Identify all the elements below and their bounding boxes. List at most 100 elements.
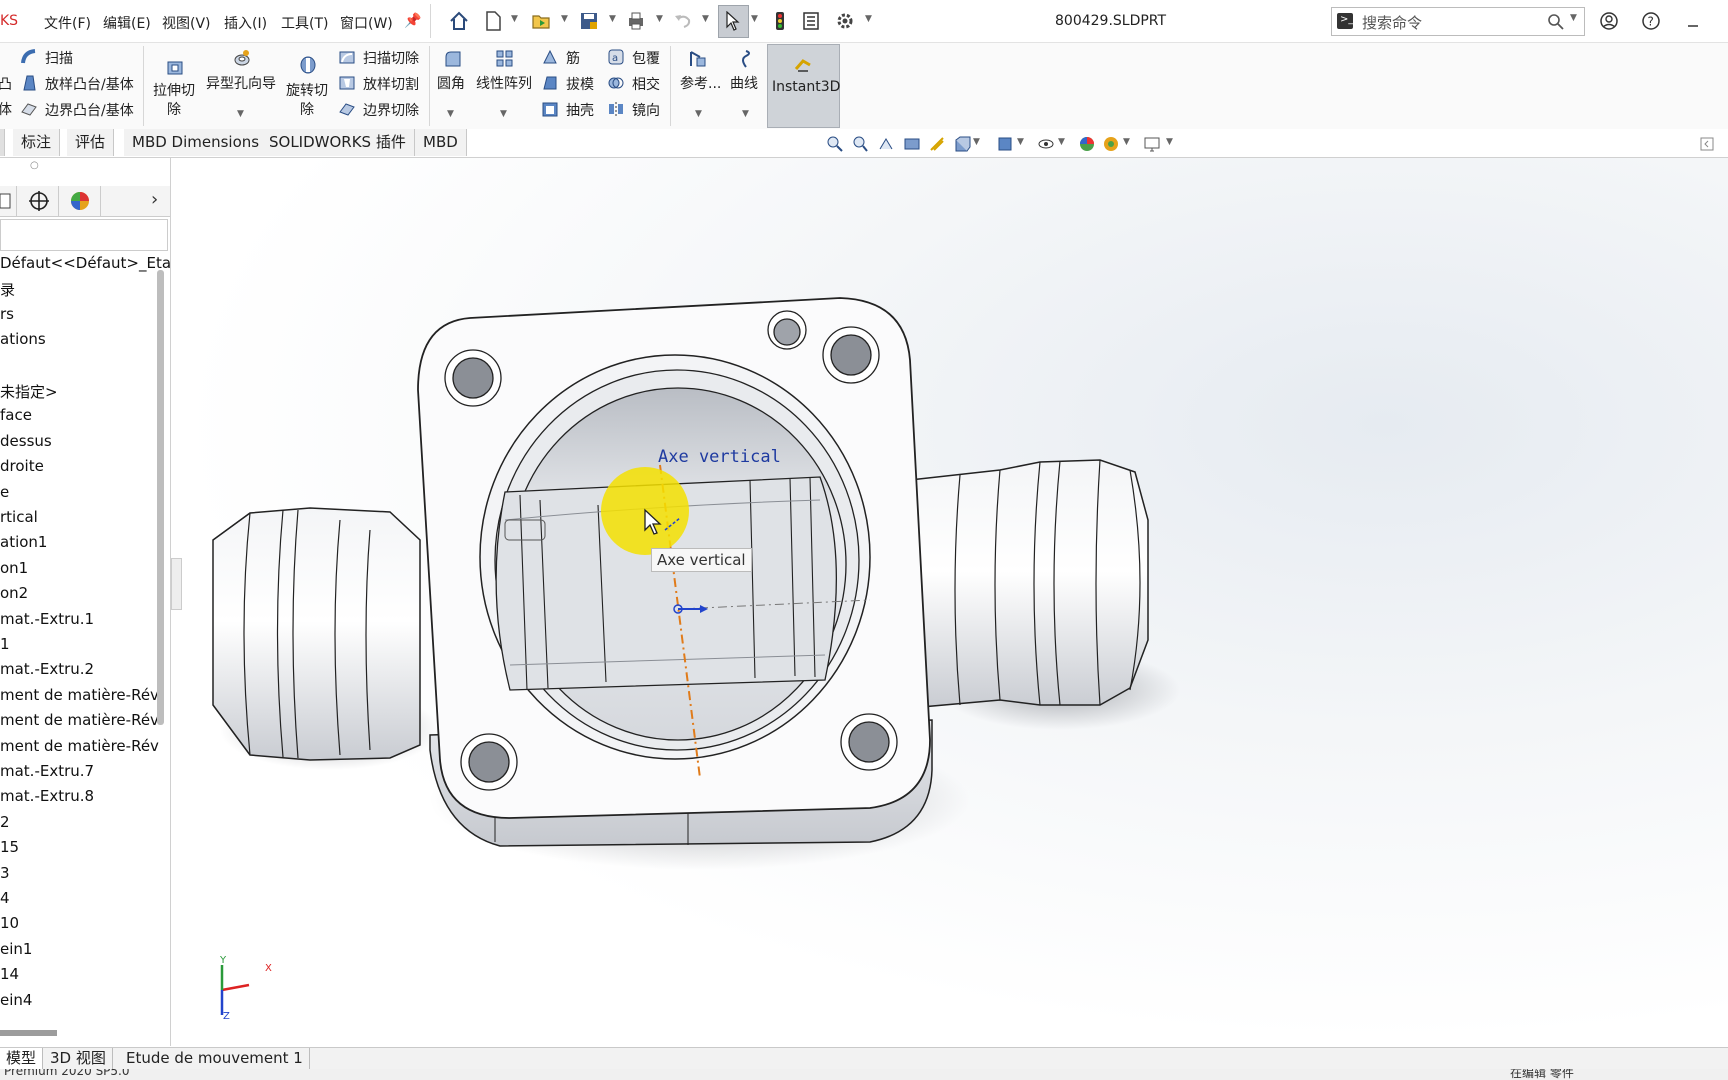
tree-item[interactable]: 2 (0, 813, 10, 831)
print-icon[interactable] (625, 10, 647, 32)
file-properties-icon[interactable] (800, 10, 822, 32)
view-orientation-icon[interactable] (953, 135, 971, 153)
undo-icon[interactable] (672, 10, 694, 32)
boundary-cut-button[interactable]: 边界切除 (363, 100, 419, 120)
tree-vertical-scrollbar[interactable] (157, 270, 164, 725)
hole-wizard-dropdown-icon[interactable]: ▼ (237, 109, 244, 119)
tree-item[interactable]: e (0, 483, 9, 501)
panel-collapse-handle[interactable] (171, 558, 182, 610)
tree-item[interactable]: 1 (0, 635, 10, 653)
rib-button[interactable]: 筋 (566, 48, 580, 68)
revolve-cut-button[interactable]: 旋转切 (286, 80, 328, 100)
tree-item[interactable]: rtical (0, 508, 38, 526)
options-gear-icon[interactable] (834, 10, 856, 32)
tab-motion-study[interactable]: Etude de mouvement 1 (120, 1048, 310, 1069)
panel-expand-arrow-icon[interactable]: › (151, 189, 158, 210)
tree-item[interactable]: ment de matière-Rév (0, 686, 159, 704)
save-icon[interactable] (578, 10, 600, 32)
view-settings-icon[interactable] (1143, 135, 1161, 153)
curves-dropdown-icon[interactable]: ▼ (742, 109, 749, 119)
save-dropdown-icon[interactable]: ▼ (609, 14, 616, 24)
display-style-dropdown-icon[interactable]: ▼ (1017, 137, 1024, 147)
tree-item[interactable]: rs (0, 305, 14, 323)
tree-item[interactable]: ein4 (0, 991, 32, 1009)
apply-scene-icon[interactable] (1102, 135, 1120, 153)
mirror-button[interactable]: 镜向 (632, 100, 660, 120)
part-model[interactable] (171, 158, 1728, 1046)
previous-view-icon[interactable] (877, 135, 895, 153)
open-icon[interactable] (530, 10, 552, 32)
tree-item[interactable]: droite (0, 457, 44, 475)
draft-button[interactable]: 拔模 (566, 74, 594, 94)
extrude-cut-button[interactable]: 拉伸切 (153, 80, 195, 100)
menu-tools[interactable]: 工具(T) (281, 13, 328, 33)
scene-dropdown-icon[interactable]: ▼ (1123, 137, 1130, 147)
tree-item[interactable]: mat.-Extru.1 (0, 610, 94, 628)
lofted-cut-button[interactable]: 放样切割 (363, 74, 419, 94)
panel-grip-dot[interactable]: ○ (30, 160, 39, 171)
pin-icon[interactable]: 📌 (404, 13, 421, 29)
search-dropdown-icon[interactable]: ▼ (1570, 13, 1577, 23)
tree-item[interactable]: 未指定> (0, 381, 58, 402)
help-icon[interactable]: ? (1640, 10, 1662, 32)
tab-partial[interactable] (0, 129, 5, 156)
linear-pattern-button[interactable]: 线性阵列 (476, 73, 532, 93)
loft-boss-button[interactable]: 放样凸台/基体 (45, 74, 134, 94)
minimize-icon[interactable] (1682, 10, 1704, 32)
undo-dropdown-icon[interactable]: ▼ (702, 14, 709, 24)
curves-button[interactable]: 曲线 (730, 73, 758, 93)
tree-item[interactable]: ment de matière-Rév (0, 711, 159, 729)
tree-item[interactable]: 10 (0, 914, 19, 932)
menu-window[interactable]: 窗口(W) (340, 13, 393, 33)
view-settings-dropdown-icon[interactable]: ▼ (1166, 137, 1173, 147)
new-dropdown-icon[interactable]: ▼ (511, 14, 518, 24)
menu-file[interactable]: 文件(F) (44, 13, 91, 33)
zoom-to-area-icon[interactable] (851, 135, 869, 153)
select-tool-button[interactable] (718, 5, 749, 38)
tree-item[interactable]: 14 (0, 965, 19, 983)
tree-item[interactable]: ein1 (0, 940, 32, 958)
tree-item[interactable]: 15 (0, 838, 19, 856)
tree-item[interactable]: on2 (0, 584, 28, 602)
menu-edit[interactable]: 编辑(E) (103, 13, 151, 33)
tree-item[interactable]: ations (0, 330, 46, 348)
sweep-button[interactable]: 扫描 (45, 48, 73, 68)
tab-mbd[interactable]: MBD (415, 129, 467, 156)
tree-item[interactable]: 4 (0, 889, 10, 907)
hide-show-icon[interactable] (1037, 135, 1055, 153)
body-label-fragment[interactable]: 体 (0, 99, 12, 119)
swept-cut-button[interactable]: 扫描切除 (363, 48, 419, 68)
display-manager-tab-icon[interactable] (69, 190, 91, 212)
app-logo[interactable]: KS (0, 13, 18, 29)
tree-item[interactable]: on1 (0, 559, 28, 577)
tree-item[interactable]: mat.-Extru.8 (0, 787, 94, 805)
configuration-manager-tab-icon[interactable] (28, 190, 50, 212)
tree-item[interactable]: ment de matière-Rév (0, 737, 159, 755)
tree-item[interactable]: 3 (0, 864, 10, 882)
select-dropdown-icon[interactable]: ▼ (751, 14, 758, 24)
reference-geometry-button[interactable]: 参考... (680, 73, 721, 93)
tree-item[interactable]: ation1 (0, 533, 47, 551)
tab-solidworks-addins[interactable]: SOLIDWORKS 插件 (261, 129, 415, 156)
wrap-button[interactable]: 包覆 (632, 48, 660, 68)
tree-item[interactable]: Défaut<<Défaut>_Eta (0, 254, 171, 272)
tree-item[interactable]: face (0, 406, 32, 424)
view-orientation-dropdown-icon[interactable]: ▼ (973, 137, 980, 147)
search-icon[interactable] (1547, 13, 1565, 31)
display-style-icon[interactable] (996, 135, 1014, 153)
menu-view[interactable]: 视图(V) (162, 13, 211, 33)
options-dropdown-icon[interactable]: ▼ (865, 14, 872, 24)
tree-item[interactable]: mat.-Extru.2 (0, 660, 94, 678)
boundary-boss-button[interactable]: 边界凸台/基体 (45, 100, 134, 120)
tree-item[interactable]: mat.-Extru.7 (0, 762, 94, 780)
graphics-area[interactable]: Axe vertical Axe vertical X Y Z (171, 158, 1728, 1046)
edit-appearance-icon[interactable] (1078, 135, 1096, 153)
tree-horizontal-scrollbar[interactable] (0, 1030, 57, 1036)
tree-filter-input[interactable] (0, 219, 168, 251)
hide-show-dropdown-icon[interactable]: ▼ (1058, 137, 1065, 147)
tab-mbd-dimensions[interactable]: MBD Dimensions (124, 129, 269, 156)
fillet-dropdown-icon[interactable]: ▼ (447, 109, 454, 119)
fillet-button[interactable]: 圆角 (437, 73, 465, 93)
instant3d-button[interactable]: Instant3D (767, 44, 840, 128)
hole-wizard-button[interactable]: 异型孔向导 (206, 73, 276, 93)
